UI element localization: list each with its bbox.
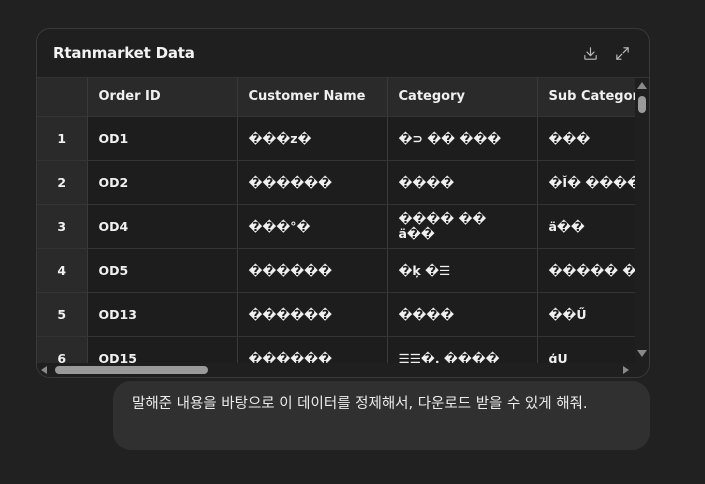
- data-card: Rtanmarket Data Order ID Customer Name C…: [36, 28, 650, 378]
- column-header-sub-category[interactable]: Sub Categor: [537, 78, 637, 117]
- header-actions: [581, 44, 631, 62]
- user-message-bubble: 말해준 내용을 바탕으로 이 데이터를 정제해서, 다운로드 받을 수 있게 해…: [113, 381, 650, 450]
- vertical-scroll-thumb[interactable]: [638, 96, 646, 113]
- cell-order-id[interactable]: OD2: [87, 160, 238, 205]
- table-row[interactable]: 2 OD2 ������ ���� �Ĭ� ����: [37, 160, 637, 205]
- cell-order-id[interactable]: OD15: [87, 336, 238, 365]
- cell-order-id[interactable]: OD4: [87, 204, 238, 249]
- table-row[interactable]: 3 OD4 ���°� ���� �� ä�� ä��: [37, 204, 637, 249]
- column-header-index[interactable]: [37, 78, 88, 117]
- cell-customer-name[interactable]: ������: [237, 292, 388, 337]
- row-index: 2: [37, 160, 88, 205]
- cell-customer-name[interactable]: ������: [237, 248, 388, 293]
- table-row[interactable]: 1 OD1 ���z� �⊃ �� ��� ���: [37, 116, 637, 161]
- cell-sub-category[interactable]: ����� �: [537, 248, 637, 293]
- table-row[interactable]: 6 OD15 ������ ☰☰�, ���� ģU: [37, 336, 637, 365]
- cell-order-id[interactable]: OD13: [87, 292, 238, 337]
- column-header-customer-name[interactable]: Customer Name: [237, 78, 388, 117]
- table-row[interactable]: 4 OD5 ������ �ķ �☰ ����� �: [37, 248, 637, 293]
- cell-customer-name[interactable]: ���z�: [237, 116, 388, 161]
- vertical-scrollbar[interactable]: [635, 78, 649, 365]
- cell-sub-category[interactable]: ��Ű: [537, 292, 637, 337]
- cell-category[interactable]: �⊃ �� ���: [387, 116, 538, 161]
- expand-icon[interactable]: [613, 44, 631, 62]
- cell-order-id[interactable]: OD1: [87, 116, 238, 161]
- row-index: 4: [37, 248, 88, 293]
- scroll-left-icon[interactable]: [41, 366, 47, 374]
- column-header-order-id[interactable]: Order ID: [87, 78, 238, 117]
- data-table-viewport[interactable]: Order ID Customer Name Category Sub Cate…: [37, 78, 637, 365]
- scroll-down-icon[interactable]: [637, 350, 647, 357]
- card-header: Rtanmarket Data: [37, 29, 649, 78]
- card-title: Rtanmarket Data: [53, 44, 195, 62]
- horizontal-scrollbar[interactable]: [37, 363, 649, 377]
- cell-category[interactable]: ����: [387, 292, 538, 337]
- cell-category[interactable]: ���� �� ä��: [387, 204, 538, 249]
- cell-category[interactable]: ☰☰�, ����: [387, 336, 538, 365]
- column-header-category[interactable]: Category: [387, 78, 538, 117]
- data-table: Order ID Customer Name Category Sub Cate…: [37, 78, 637, 365]
- download-icon[interactable]: [581, 44, 599, 62]
- table-header-row: Order ID Customer Name Category Sub Cate…: [37, 78, 637, 117]
- row-index: 3: [37, 204, 88, 249]
- horizontal-scroll-thumb[interactable]: [55, 366, 208, 374]
- cell-customer-name[interactable]: ������: [237, 336, 388, 365]
- cell-category[interactable]: �ķ �☰: [387, 248, 538, 293]
- cell-sub-category[interactable]: ģU: [537, 336, 637, 365]
- user-message-text: 말해준 내용을 바탕으로 이 데이터를 정제해서, 다운로드 받을 수 있게 해…: [132, 396, 588, 412]
- cell-customer-name[interactable]: ������: [237, 160, 388, 205]
- row-index: 6: [37, 336, 88, 365]
- row-index: 1: [37, 116, 88, 161]
- scroll-up-icon[interactable]: [637, 82, 647, 89]
- cell-sub-category[interactable]: ä��: [537, 204, 637, 249]
- cell-sub-category[interactable]: ���: [537, 116, 637, 161]
- scroll-right-icon[interactable]: [623, 366, 629, 374]
- cell-category[interactable]: ����: [387, 160, 538, 205]
- cell-customer-name[interactable]: ���°�: [237, 204, 388, 249]
- cell-order-id[interactable]: OD5: [87, 248, 238, 293]
- cell-sub-category[interactable]: �Ĭ� ����: [537, 160, 637, 205]
- row-index: 5: [37, 292, 88, 337]
- table-row[interactable]: 5 OD13 ������ ���� ��Ű: [37, 292, 637, 337]
